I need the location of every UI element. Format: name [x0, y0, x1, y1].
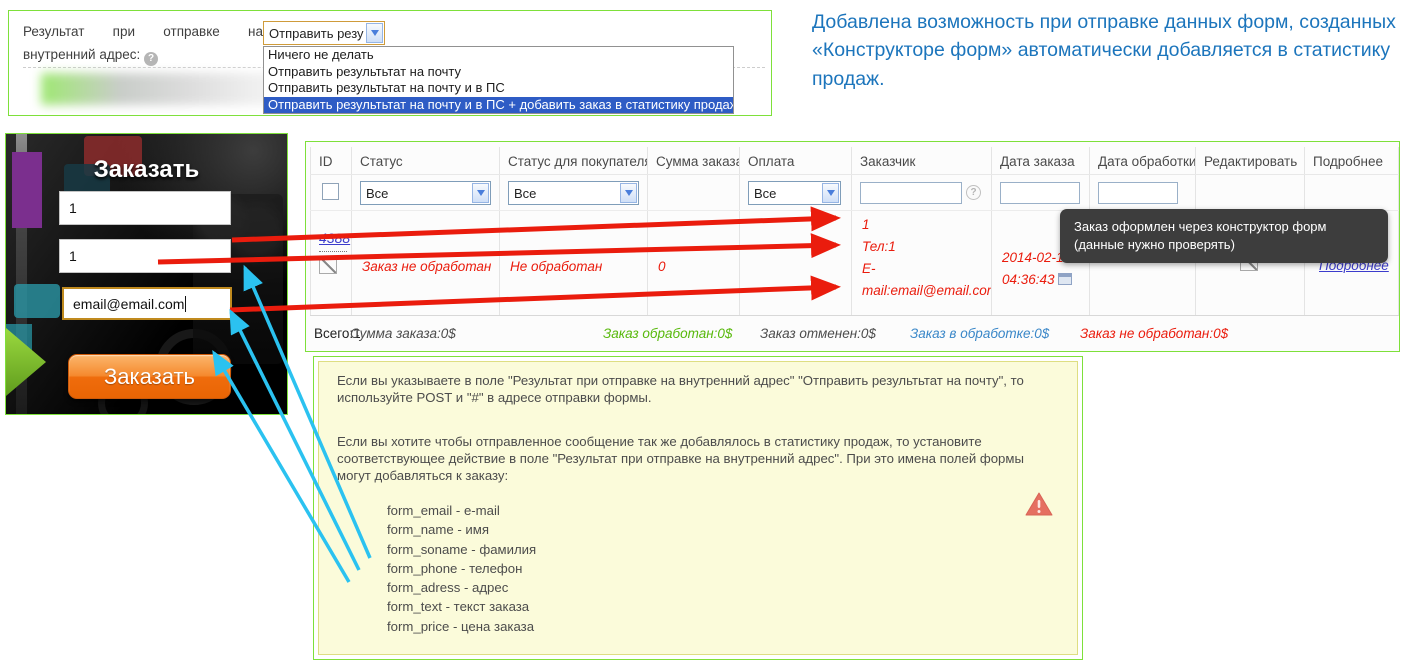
- footer-cancelled: Заказ отменен:0$: [760, 326, 876, 341]
- order-buyer-status: Не обработан: [500, 211, 648, 315]
- col-details: Подробнее: [1305, 147, 1399, 174]
- annotation-text: Добавлена возможность при отправке данны…: [812, 8, 1404, 93]
- help-icon[interactable]: ?: [966, 185, 981, 200]
- select-all-checkbox[interactable]: [322, 183, 339, 200]
- text-caret: [185, 296, 186, 312]
- help-icon[interactable]: ?: [144, 52, 158, 66]
- result-action-select[interactable]: Отправить резу: [263, 21, 385, 45]
- table-filter-row: Все Все Все ?: [310, 175, 1399, 211]
- list-item: form_phone - телефон: [387, 559, 1051, 578]
- green-arrow-decoration: [6, 328, 48, 396]
- dotted-separator: [319, 251, 347, 252]
- option-send-mail-ps-stats[interactable]: Отправить результьтат на почту и в ПС + …: [264, 97, 733, 114]
- order-id-link[interactable]: 4388: [319, 230, 350, 246]
- order-sum: 0: [648, 211, 740, 315]
- result-action-select-value: Отправить резу: [269, 26, 364, 41]
- list-item: form_adress - адрес: [387, 578, 1051, 597]
- list-item: form_text - текст заказа: [387, 597, 1051, 616]
- list-item: form_soname - фамилия: [387, 540, 1051, 559]
- col-status: Статус: [352, 147, 500, 174]
- note-paragraph-1: Если вы указываете в поле "Результат при…: [337, 372, 1051, 406]
- buyer-status-filter-select[interactable]: Все: [508, 181, 639, 205]
- constructor-form-tooltip: Заказ оформлен через конструктор форм (д…: [1060, 209, 1388, 263]
- list-item: form_email - e-mail: [387, 501, 1051, 520]
- order-widget: Заказать 1 1 email@email.com Заказать: [5, 133, 288, 415]
- col-buyer-status: Статус для покупателя: [500, 147, 648, 174]
- order-status: Заказ не обработан: [352, 211, 500, 315]
- note-panel: Если вы указываете в поле "Результат при…: [313, 356, 1083, 660]
- result-setting-label-text: Результат при отправке на внутренний адр…: [23, 24, 263, 62]
- payment-filter-select[interactable]: Все: [748, 181, 841, 205]
- col-edit: Редактировать: [1196, 147, 1305, 174]
- result-action-option-list: Ничего не делать Отправить результьтат н…: [263, 46, 734, 114]
- order-date-filter-input[interactable]: [1000, 182, 1080, 204]
- option-send-mail-ps[interactable]: Отправить результьтат на почту и в ПС: [264, 80, 733, 97]
- col-payment: Оплата: [740, 147, 852, 174]
- edit-icon[interactable]: [319, 256, 337, 274]
- col-id: ID: [310, 147, 352, 174]
- dropdown-arrow-icon[interactable]: [822, 183, 839, 203]
- footer-processed: Заказ обработан:0$: [603, 326, 732, 341]
- table-footer-row: Всего:1 Сумма заказа:0$ Заказ обработан:…: [310, 315, 1399, 350]
- process-date-filter-input[interactable]: [1098, 182, 1178, 204]
- order-payment: [740, 211, 852, 315]
- footer-in-progress: Заказ в обработке:0$: [910, 326, 1049, 341]
- order-phone-field[interactable]: 1: [59, 239, 231, 273]
- note-paragraph-2: Если вы хотите чтобы отправленное сообще…: [337, 433, 1051, 484]
- widget-deco-teal-tile: [14, 284, 60, 318]
- col-order-date: Дата заказа: [992, 147, 1090, 174]
- note-content: Если вы указываете в поле "Результат при…: [318, 361, 1078, 655]
- dropdown-arrow-icon[interactable]: [366, 23, 383, 43]
- warning-icon: [1025, 492, 1053, 521]
- col-process-date: Дата обработки: [1090, 147, 1196, 174]
- col-sum: Сумма заказа: [648, 147, 740, 174]
- list-item: form_name - имя: [387, 520, 1051, 539]
- dropdown-arrow-icon[interactable]: [472, 183, 489, 203]
- status-filter-select[interactable]: Все: [360, 181, 491, 205]
- list-item: form_price - цена заказа: [387, 617, 1051, 636]
- dropdown-arrow-icon[interactable]: [620, 183, 637, 203]
- order-customer: 1 Тел:1 E- mail:email@email.com: [852, 211, 992, 315]
- order-email-field[interactable]: email@email.com: [62, 287, 232, 320]
- option-send-mail[interactable]: Отправить результьтат на почту: [264, 64, 733, 81]
- order-widget-title: Заказать: [6, 156, 287, 184]
- order-quantity-field[interactable]: 1: [59, 191, 231, 225]
- form-fields-list: form_email - e-mail form_name - имя form…: [387, 501, 1051, 636]
- result-setting-label: Результат при отправке на внутренний адр…: [23, 21, 263, 67]
- footer-not-processed: Заказ не обработан:0$: [1080, 326, 1228, 341]
- option-do-nothing[interactable]: Ничего не делать: [264, 47, 733, 64]
- shop-icon: [1058, 273, 1072, 285]
- footer-sum: Сумма заказа:0$: [350, 326, 456, 341]
- page: Результат при отправке на внутренний адр…: [0, 0, 1412, 666]
- table-header-row: ID Статус Статус для покупателя Сумма за…: [310, 147, 1399, 175]
- order-submit-button[interactable]: Заказать: [68, 354, 231, 399]
- customer-filter-input[interactable]: [860, 182, 962, 204]
- col-customer: Заказчик: [852, 147, 992, 174]
